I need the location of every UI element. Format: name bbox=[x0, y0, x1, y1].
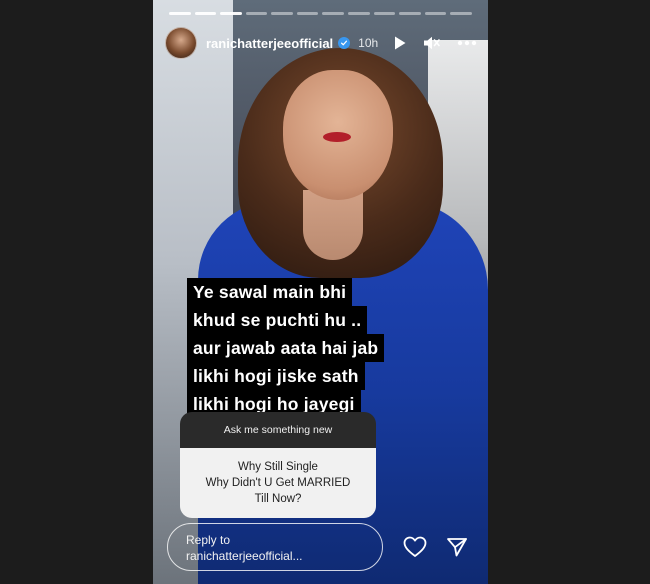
username[interactable]: ranichatterjeeofficial bbox=[206, 36, 333, 51]
question-sticker-prompt: Ask me something new bbox=[180, 412, 376, 448]
progress-segment bbox=[322, 12, 345, 15]
photo-neck bbox=[303, 190, 363, 260]
story-header: ranichatterjeeofficial 10h bbox=[165, 26, 477, 60]
progress-segment bbox=[194, 12, 217, 15]
reply-bar: Reply to ranichatterjeeofficial... bbox=[167, 521, 477, 573]
progress-segment bbox=[373, 12, 396, 15]
story-progress-bar bbox=[169, 12, 472, 15]
caption-line: khud se puchti hu .. bbox=[187, 306, 368, 334]
reply-input[interactable]: Reply to ranichatterjeeofficial... bbox=[167, 523, 383, 571]
progress-segment bbox=[348, 12, 370, 15]
screen: ranichatterjeeofficial 10h Ye sawal main… bbox=[0, 0, 650, 584]
timestamp: 10h bbox=[358, 36, 379, 50]
story-view[interactable]: ranichatterjeeofficial 10h Ye sawal main… bbox=[153, 0, 488, 584]
avatar[interactable] bbox=[165, 27, 197, 59]
reply-placeholder-line2: ranichatterjeeofficial... bbox=[186, 549, 303, 563]
progress-segment bbox=[296, 12, 319, 15]
story-caption: Ye sawal main bhi khud se puchti hu .. a… bbox=[187, 278, 417, 418]
progress-segment bbox=[399, 12, 421, 15]
more-options-icon[interactable] bbox=[457, 40, 477, 46]
reply-placeholder-line1: Reply to bbox=[186, 533, 231, 547]
progress-segment bbox=[424, 12, 447, 15]
verified-badge-icon bbox=[338, 37, 351, 49]
progress-segment bbox=[220, 12, 242, 15]
mute-icon[interactable] bbox=[423, 35, 441, 51]
caption-line: aur jawab aata hai jab bbox=[187, 334, 385, 362]
question-line: Why Didn't U Get MARRIED bbox=[205, 477, 351, 489]
progress-segment bbox=[245, 12, 268, 15]
progress-segment bbox=[271, 12, 293, 15]
progress-segment bbox=[169, 12, 191, 15]
send-icon[interactable] bbox=[443, 533, 471, 561]
caption-line: Ye sawal main bhi bbox=[187, 278, 353, 306]
photo-lips bbox=[323, 132, 351, 142]
header-controls bbox=[393, 35, 477, 51]
play-icon[interactable] bbox=[393, 35, 407, 51]
progress-segment bbox=[450, 12, 472, 15]
question-sticker[interactable]: Ask me something new Why Still Single Wh… bbox=[180, 412, 376, 524]
question-line: Till Now? bbox=[254, 493, 302, 505]
question-sticker-question: Why Still Single Why Didn't U Get MARRIE… bbox=[180, 448, 376, 518]
heart-icon[interactable] bbox=[401, 533, 429, 561]
question-line: Why Still Single bbox=[238, 461, 318, 473]
caption-line: likhi hogi jiske sath bbox=[187, 362, 365, 390]
